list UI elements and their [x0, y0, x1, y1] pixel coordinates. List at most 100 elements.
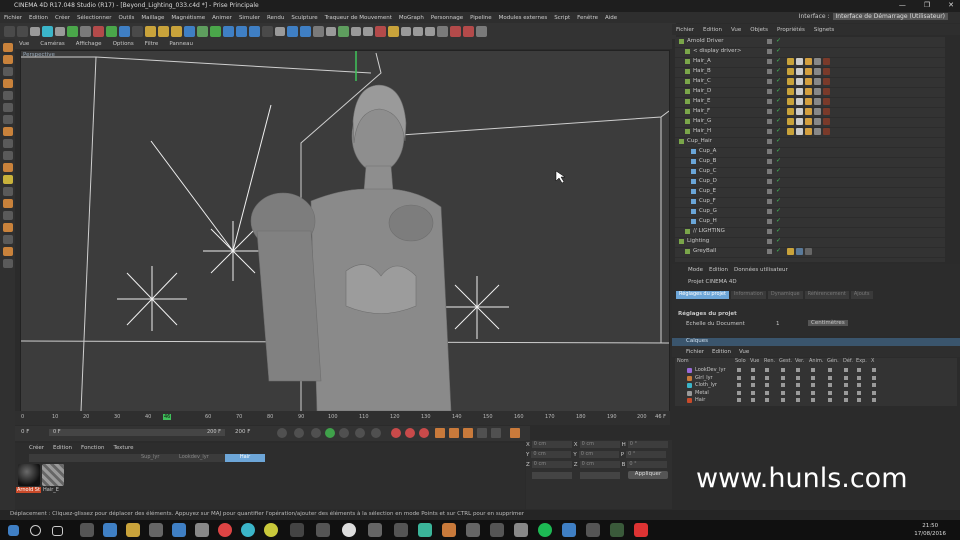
layer-toggle-icon[interactable] — [737, 368, 741, 372]
mat-menu-texture[interactable]: Texture — [113, 445, 133, 451]
tab-information[interactable]: Information — [730, 291, 766, 299]
arnold-render-icon[interactable] — [463, 25, 474, 37]
chrome-icon[interactable] — [218, 523, 232, 537]
menu-selectionner[interactable]: Sélectionner — [77, 15, 111, 21]
workplane-icon[interactable] — [401, 26, 411, 36]
visibility-check-icon[interactable]: ✓ — [776, 157, 781, 164]
menu-rendu[interactable]: Rendu — [267, 15, 284, 21]
size-x-field[interactable]: 0 cm — [579, 441, 620, 448]
layer-toggle-icon[interactable] — [844, 375, 848, 380]
object-tag-icon[interactable] — [787, 88, 794, 95]
menu-aide[interactable]: Aide — [605, 15, 617, 21]
layer-toggle-icon[interactable] — [751, 398, 755, 402]
start-frame-field[interactable]: 0 F — [21, 429, 29, 435]
enable-axis-icon[interactable] — [2, 139, 13, 148]
end-frame-field[interactable]: 200 F — [235, 429, 250, 435]
layer-toggle-icon[interactable] — [751, 368, 755, 372]
object-tag-icon[interactable] — [823, 108, 830, 115]
recent-tools-icon[interactable] — [80, 25, 91, 37]
search-icon[interactable] — [30, 525, 41, 536]
layer-toggle-icon[interactable] — [765, 375, 769, 380]
sphere-icon[interactable] — [287, 25, 298, 37]
layer-toggle-icon[interactable] — [737, 390, 741, 395]
obj-menu-vue[interactable]: Vue — [731, 27, 741, 33]
apply-button[interactable]: Appliquer — [628, 471, 668, 479]
layer-column-header[interactable]: Déf. — [843, 358, 853, 364]
visibility-check-icon[interactable]: ✓ — [776, 87, 781, 94]
object-tag-icon[interactable] — [805, 248, 812, 255]
object-tag-icon[interactable] — [805, 98, 812, 105]
visibility-check-icon[interactable]: ✓ — [776, 217, 781, 224]
attr-menu-edition[interactable]: Edition — [709, 267, 728, 273]
obj-menu-edition[interactable]: Edition — [703, 27, 722, 33]
array-icon[interactable] — [223, 25, 234, 37]
layer-column-header[interactable]: Ren. — [764, 358, 775, 364]
visibility-check-icon[interactable]: ✓ — [776, 137, 781, 144]
layer-toggle-icon[interactable] — [872, 368, 876, 372]
coordinate-system-icon[interactable] — [132, 25, 143, 37]
start-icon[interactable] — [8, 525, 19, 536]
record-icon[interactable] — [375, 25, 386, 37]
model-mode-icon[interactable] — [2, 43, 13, 52]
layer-toggle-icon[interactable] — [796, 375, 800, 380]
timeline-playhead[interactable]: 46 — [163, 414, 172, 420]
tab-reglages[interactable]: Réglages du projet — [676, 291, 729, 299]
layer-toggle-icon[interactable] — [796, 398, 800, 402]
obj-menu-objets[interactable]: Objets — [750, 27, 768, 33]
object-tag-icon[interactable] — [823, 128, 830, 135]
object-tag-icon[interactable] — [823, 88, 830, 95]
visibility-check-icon[interactable]: ✓ — [776, 77, 781, 84]
visibility-check-icon[interactable]: ✓ — [776, 237, 781, 244]
layer-toggle-icon[interactable] — [737, 398, 741, 402]
subdivision-icon[interactable] — [210, 25, 221, 37]
script-icon[interactable] — [437, 25, 448, 37]
size-z-field[interactable]: 0 cm — [579, 461, 620, 468]
layer-menu-vue[interactable]: Vue — [739, 349, 749, 355]
mat-menu-creer[interactable]: Créer — [29, 445, 44, 451]
spotify-icon[interactable] — [538, 523, 552, 537]
object-tag-icon[interactable] — [787, 78, 794, 85]
pos-z-field[interactable]: 0 cm — [531, 461, 572, 468]
visibility-check-icon[interactable]: ✓ — [776, 247, 781, 254]
layer-toggle-icon[interactable] — [796, 383, 800, 387]
doc-scale-field[interactable]: 1 — [776, 321, 780, 327]
taskbar-app-icon[interactable] — [514, 523, 528, 537]
layer-toggle-icon[interactable] — [857, 375, 861, 380]
layer-toggle-icon[interactable] — [765, 368, 769, 372]
layer-indicator[interactable] — [767, 159, 772, 164]
task-view-icon[interactable] — [52, 526, 63, 536]
material-thumb-arnold[interactable] — [18, 464, 40, 486]
object-tag-icon[interactable] — [796, 118, 803, 125]
layer-toggle-icon[interactable] — [737, 375, 741, 380]
mat-layer-tab[interactable]: Sup_lyr — [141, 454, 159, 462]
tab-ajouts[interactable]: Ajouts — [850, 291, 873, 299]
layer-toggle-icon[interactable] — [872, 398, 876, 402]
symmetry-icon[interactable] — [2, 187, 13, 196]
viewport-menu-filtre[interactable]: Filtre — [145, 41, 159, 47]
object-tag-icon[interactable] — [814, 68, 821, 75]
layer-toggle-icon[interactable] — [844, 383, 848, 387]
undo-icon[interactable] — [4, 25, 15, 37]
object-tag-icon[interactable] — [787, 128, 794, 135]
layer-toggle-icon[interactable] — [811, 383, 815, 387]
taskbar-app-icon[interactable] — [316, 523, 330, 537]
layer-toggle-icon[interactable] — [796, 390, 800, 395]
object-tag-icon[interactable] — [814, 108, 821, 115]
object-tag-icon[interactable] — [796, 78, 803, 85]
layer-toggle-icon[interactable] — [2, 223, 13, 232]
taskbar-app-icon[interactable] — [418, 523, 432, 537]
texture-mode-icon[interactable] — [2, 55, 13, 64]
record-key-icon[interactable] — [391, 428, 401, 438]
deformer-icon[interactable] — [236, 25, 247, 37]
layer-toggle-icon[interactable] — [872, 390, 876, 395]
redo-icon[interactable] — [17, 25, 28, 37]
layer-toggle-icon[interactable] — [872, 383, 876, 387]
prev-key-icon[interactable] — [294, 428, 304, 438]
object-tag-icon[interactable] — [796, 58, 803, 65]
object-tag-icon[interactable] — [805, 118, 812, 125]
edges-mode-icon[interactable] — [2, 103, 13, 112]
layer-indicator[interactable] — [767, 199, 772, 204]
polygons-mode-icon[interactable] — [2, 115, 13, 124]
visibility-check-icon[interactable]: ✓ — [776, 97, 781, 104]
tab-dynamique[interactable]: Dynamique — [767, 291, 803, 299]
